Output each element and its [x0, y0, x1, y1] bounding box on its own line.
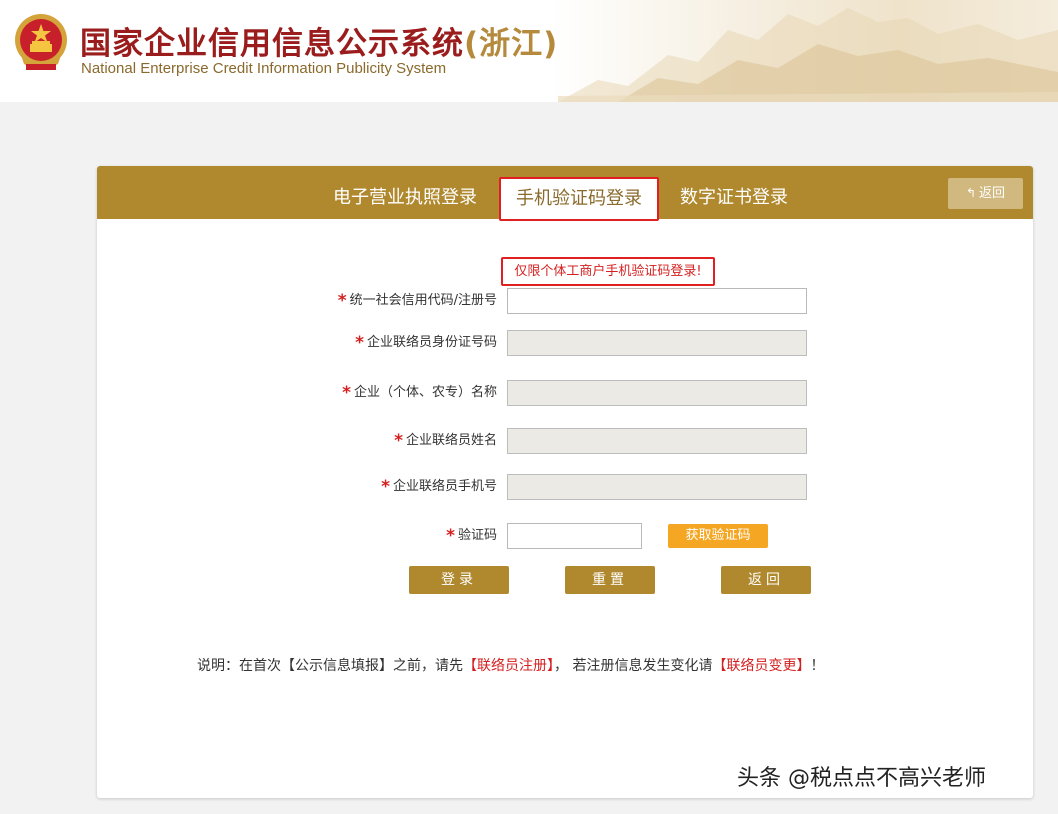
required-mark: *: [342, 383, 351, 403]
notice-banner: 仅限个体工商户手机验证码登录!: [501, 257, 715, 286]
field-label-text: 企业（个体、农专）名称: [353, 385, 497, 400]
watermark-text: 头条 @税点点不高兴老师: [737, 766, 986, 791]
login-button[interactable]: 登录: [409, 566, 509, 594]
note-prefix: 说明：在首次【公示信息填报】之前，请先: [197, 658, 463, 674]
form-row-verification-code: * 验证码 获取验证码: [97, 523, 1033, 549]
field-label-text: 企业联络员手机号: [392, 479, 497, 494]
contact-phone-input: [507, 474, 807, 500]
id-number-input: [507, 330, 807, 356]
contact-name-input: [507, 428, 807, 454]
field-label: * 验证码: [446, 523, 497, 549]
back-button[interactable]: 返回: [721, 566, 811, 594]
required-mark: *: [394, 431, 403, 451]
required-mark: *: [337, 291, 347, 311]
field-label-text: 企业联络员姓名: [405, 433, 497, 448]
form-row-contact-name: * 企业联络员姓名: [97, 428, 1033, 454]
instruction-note: 说明：在首次【公示信息填报】之前，请先【联络员注册】， 若注册信息发生变化请【联…: [197, 655, 824, 675]
form-row-id-number: * 企业联络员身份证号码: [97, 330, 1033, 356]
verification-code-input[interactable]: [507, 523, 642, 549]
reset-button[interactable]: 重置: [565, 566, 655, 594]
tab-sms-code-login[interactable]: 手机验证码登录: [501, 178, 657, 219]
form-row-enterprise-name: * 企业（个体、农专）名称: [97, 380, 1033, 406]
note-suffix: ！: [810, 658, 825, 674]
login-panel: 电子营业执照登录 手机验证码登录 数字证书登录 ↰ 返回 仅限个体工商户手机验证码…: [97, 166, 1033, 798]
field-label: * 企业联络员手机号: [381, 474, 497, 500]
login-tab-bar: 电子营业执照登录 手机验证码登录 数字证书登录 ↰ 返回: [97, 166, 1033, 219]
credit-code-input[interactable]: [507, 288, 807, 314]
required-mark: *: [381, 477, 390, 497]
top-back-button[interactable]: ↰ 返回: [948, 178, 1023, 209]
note-middle: ， 若注册信息发生变化请: [554, 658, 713, 674]
field-label: * 企业联络员身份证号码: [355, 330, 497, 356]
tab-digital-certificate[interactable]: 数字证书登录: [680, 166, 788, 219]
national-emblem-icon: [15, 14, 67, 70]
mountain-landscape-decoration: [558, 8, 1058, 102]
site-title-text: 国家企业信用信息公示系统: [80, 26, 464, 62]
required-mark: *: [446, 526, 455, 546]
required-mark: *: [355, 333, 364, 353]
form-row-credit-code: * 统一社会信用代码/注册号: [97, 288, 1033, 314]
contact-register-link[interactable]: 【联络员注册】: [463, 658, 554, 674]
field-label: * 企业联络员姓名: [394, 428, 497, 454]
top-back-label: 返回: [979, 186, 1006, 201]
enterprise-name-input: [507, 380, 807, 406]
field-label: * 统一社会信用代码/注册号: [338, 288, 497, 314]
form-row-contact-phone: * 企业联络员手机号: [97, 474, 1033, 500]
contact-change-link[interactable]: 【联络员变更】: [712, 658, 810, 674]
tab-e-business-license[interactable]: 电子营业执照登录: [333, 166, 477, 219]
field-label-text: 统一社会信用代码/注册号: [349, 293, 497, 308]
get-code-button[interactable]: 获取验证码: [668, 524, 768, 548]
field-label-text: 企业联络员身份证号码: [366, 335, 497, 350]
field-label: * 企业（个体、农专）名称: [342, 380, 497, 406]
site-subtitle: National Enterprise Credit Information P…: [81, 60, 447, 77]
return-arrow-icon: ↰: [965, 186, 977, 200]
site-header: 国家企业信用信息公示系统(浙江) National Enterprise Cre…: [0, 0, 1058, 102]
site-region: (浙江): [464, 26, 559, 62]
site-title: 国家企业信用信息公示系统(浙江): [80, 18, 558, 63]
field-label-text: 验证码: [457, 528, 497, 543]
